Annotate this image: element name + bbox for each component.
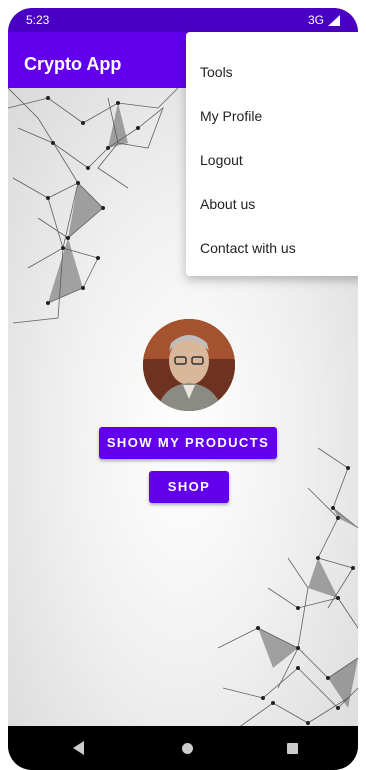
network-type: 3G [307, 13, 324, 27]
home-icon[interactable] [182, 743, 193, 754]
show-my-products-button[interactable]: SHOW MY PRODUCTS [99, 427, 277, 459]
menu-item-contact-with-us[interactable]: Contact with us [200, 240, 296, 256]
status-indicators: 3G [308, 13, 340, 27]
system-nav-bar [8, 726, 358, 770]
shop-button[interactable]: SHOP [149, 471, 229, 503]
app-title: Crypto App [24, 54, 122, 74]
recent-apps-icon[interactable] [287, 743, 298, 754]
menu-item-logout[interactable]: Logout [200, 152, 243, 168]
menu-item-tools[interactable]: Tools [200, 64, 233, 80]
status-time: 5:23 [26, 13, 50, 27]
menu-item-about-us[interactable]: About us [200, 196, 255, 212]
phone-screen: 5:23 3G Crypto App SHOW MY PRODUCTS SHOP… [8, 8, 358, 770]
profile-avatar [143, 319, 235, 411]
profile-photo [143, 319, 235, 411]
back-icon[interactable] [73, 741, 84, 755]
overflow-menu: Tools My Profile Logout About us Contact… [186, 32, 358, 276]
signal-icon [328, 14, 340, 26]
status-bar: 5:23 3G [8, 8, 358, 32]
menu-item-my-profile[interactable]: My Profile [200, 108, 262, 124]
